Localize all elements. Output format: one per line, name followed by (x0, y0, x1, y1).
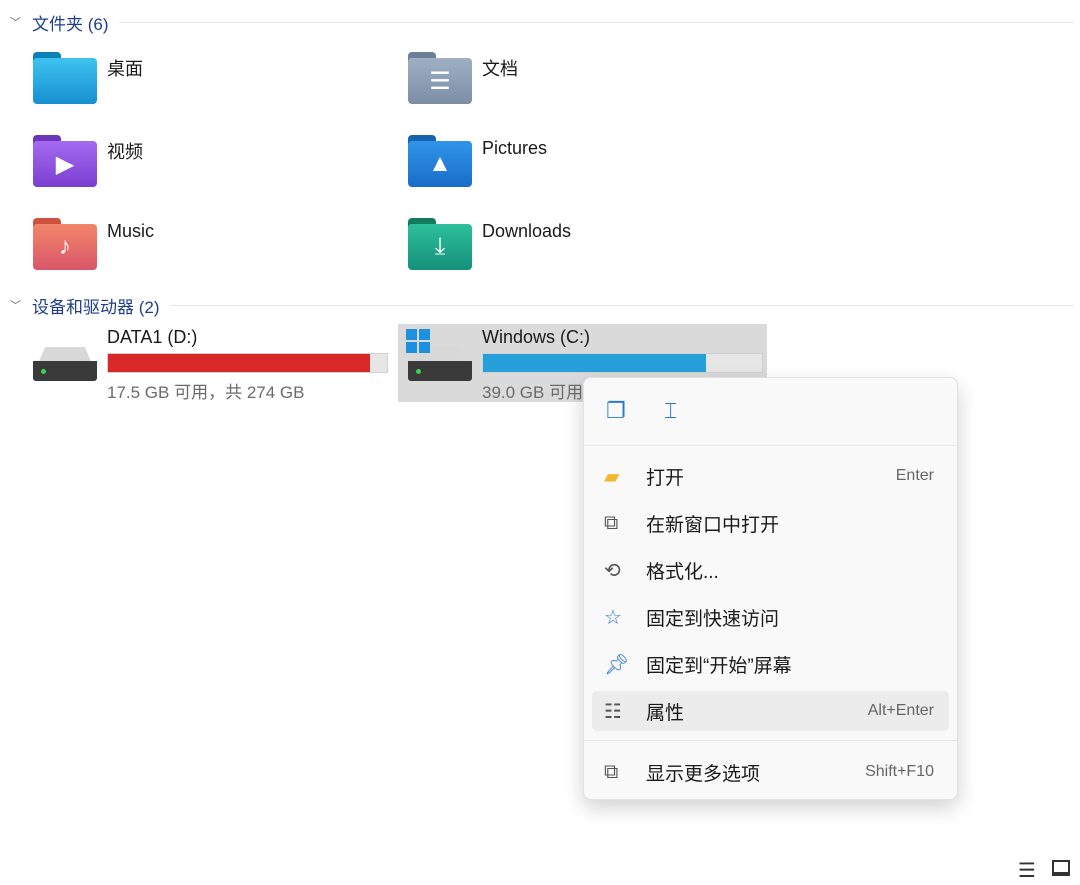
usage-bar-fill (483, 354, 707, 372)
section-title: 文件夹 (6) (32, 14, 109, 34)
videos-folder-icon: ▶ (33, 135, 97, 187)
menu-item-pin-quick-access[interactable]: ☆ 固定到快速访问 (592, 597, 949, 637)
menu-item-pin-start[interactable]: 📌︎ 固定到“开始”屏幕 (592, 644, 949, 684)
folder-pictures[interactable]: ▲ Pictures (408, 135, 547, 187)
section-title: 设备和驱动器 (2) (32, 297, 160, 317)
copy-icon[interactable]: ❐ (606, 398, 626, 424)
section-drives[interactable]: ﹀ 设备和驱动器 (2) (10, 293, 1074, 317)
drive-name: Windows (C:) (482, 327, 591, 347)
menu-item-open-new-window[interactable]: ⧉ 在新窗口中打开 (592, 503, 949, 543)
chevron-down-icon: ﹀ (10, 300, 21, 312)
usage-bar-fill (108, 354, 371, 372)
divider (118, 21, 1074, 23)
details-view-icon[interactable]: ☰ (1018, 858, 1036, 883)
open-new-window-icon: ⧉ (604, 511, 619, 534)
folder-desktop[interactable]: 桌面 (33, 52, 143, 104)
pin-icon: 📌︎ (604, 653, 630, 676)
pictures-folder-icon: ▲ (408, 135, 472, 187)
documents-folder-icon: ☰ (408, 52, 472, 104)
folder-downloads[interactable]: ⤓ Downloads (408, 218, 571, 270)
open-folder-icon: ▰ (604, 465, 620, 488)
desktop-folder-icon (33, 52, 97, 104)
menu-item-properties[interactable]: ☷ 属性 Alt+Enter (592, 691, 949, 731)
usage-bar (482, 353, 763, 373)
tiles-view-icon[interactable] (1052, 860, 1070, 876)
folder-videos[interactable]: ▶ 视频 (33, 135, 143, 187)
folder-music[interactable]: ♪ Music (33, 218, 154, 270)
more-options-icon: ⧉ (604, 760, 619, 783)
format-icon: ⟲ (604, 559, 621, 582)
star-icon: ☆ (604, 606, 622, 629)
drive-free-space: 17.5 GB 可用，共 274 GB (107, 383, 305, 402)
drive-d[interactable]: DATA1 (D:) 17.5 GB 可用，共 274 GB (33, 327, 388, 403)
menu-item-open[interactable]: ▰ 打开 Enter (592, 456, 949, 496)
downloads-folder-icon: ⤓ (408, 218, 472, 270)
section-folders[interactable]: ﹀ 文件夹 (6) (10, 10, 1074, 34)
folder-documents[interactable]: ☰ 文档 (408, 52, 518, 104)
drive-name: DATA1 (D:) (107, 327, 198, 347)
hard-drive-icon (406, 329, 472, 383)
rename-icon[interactable]: ⌶ (664, 398, 677, 424)
properties-icon: ☷ (604, 700, 622, 723)
windows-logo-icon (406, 329, 430, 353)
chevron-down-icon: ﹀ (10, 17, 21, 29)
menu-item-more-options[interactable]: ⧉ 显示更多选项 Shift+F10 (592, 752, 949, 792)
hard-drive-icon (33, 347, 97, 383)
usage-bar (107, 353, 388, 373)
divider (169, 304, 1074, 306)
context-menu: ❐ ⌶ ▰ 打开 Enter ⧉ 在新窗口中打开 ⟲ 格式化... ☆ 固定到快速访问 📌… (583, 377, 958, 800)
menu-item-format[interactable]: ⟲ 格式化... (592, 550, 949, 590)
menu-divider (584, 740, 957, 741)
music-folder-icon: ♪ (33, 218, 97, 270)
